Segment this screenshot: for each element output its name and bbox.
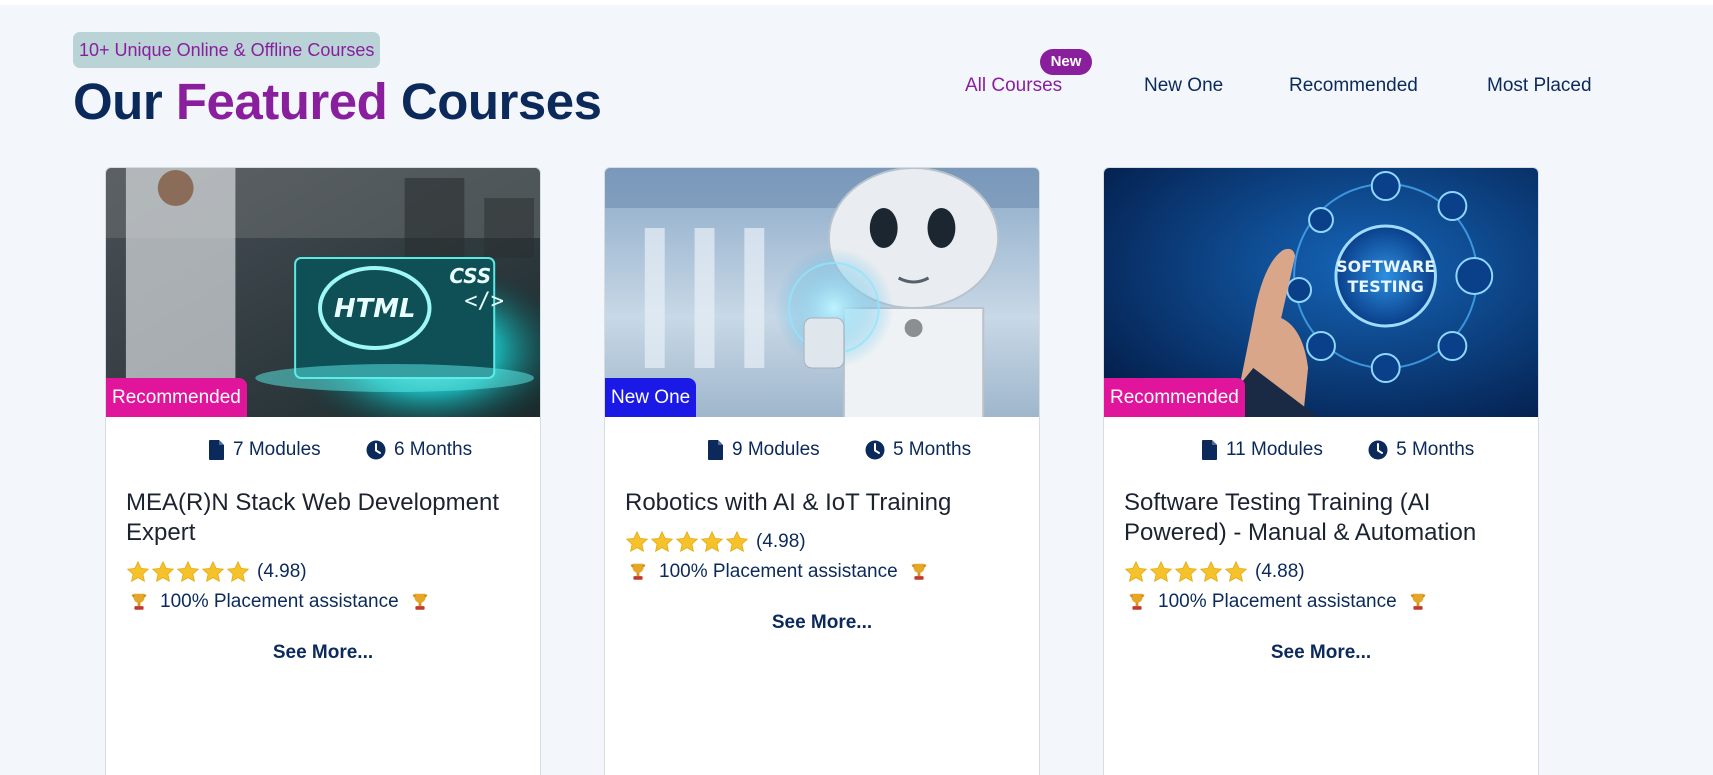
star-icon xyxy=(126,560,150,584)
document-icon xyxy=(708,440,724,460)
course-meta: 7 Modules 6 Months xyxy=(209,439,472,466)
new-badge: New xyxy=(1040,49,1092,75)
trophy-icon xyxy=(409,591,431,613)
placement-info: 100% Placement assistance xyxy=(625,561,930,583)
course-image-web-dev[interactable]: HTML CSS </> Recommended xyxy=(106,168,540,417)
star-icon xyxy=(1124,560,1148,584)
trophy-icon xyxy=(1126,591,1148,613)
course-badge: New One xyxy=(605,378,697,417)
course-meta: 11 Modules 5 Months xyxy=(1202,439,1474,466)
modules-info: 9 Modules xyxy=(708,439,820,461)
course-rating: (4.98) xyxy=(625,530,806,554)
rating-value: (4.98) xyxy=(756,531,806,552)
course-image-software-testing[interactable]: SOFTWARE TESTING Recommended xyxy=(1104,168,1538,417)
course-card[interactable]: HTML CSS </> Recommended 7 Modules 6 Mon… xyxy=(105,167,541,775)
see-more-link[interactable]: See More... xyxy=(605,612,1039,634)
rating-value: (4.88) xyxy=(1255,561,1305,582)
star-icon xyxy=(625,530,649,554)
modules-count: 11 Modules xyxy=(1226,439,1323,460)
star-icon xyxy=(226,560,250,584)
star-icon xyxy=(176,560,200,584)
course-rating: (4.98) xyxy=(126,560,307,584)
modules-info: 11 Modules xyxy=(1202,439,1323,461)
clock-icon xyxy=(1368,440,1388,460)
see-more-link[interactable]: See More... xyxy=(106,642,540,664)
tab-new-one[interactable]: New One xyxy=(1144,73,1223,99)
course-title[interactable]: Software Testing Training (AI Powered) -… xyxy=(1124,488,1524,548)
star-rating xyxy=(126,560,251,584)
svg-text:</>: </> xyxy=(464,289,504,314)
trophy-icon xyxy=(128,591,150,613)
course-meta: 9 Modules 5 Months xyxy=(708,439,971,466)
star-icon xyxy=(675,530,699,554)
modules-count: 9 Modules xyxy=(732,439,820,460)
star-icon xyxy=(650,530,674,554)
see-more-link[interactable]: See More... xyxy=(1104,642,1538,664)
placement-text: 100% Placement assistance xyxy=(160,591,399,612)
course-filter-tabs: All Courses New One Recommended Most Pla… xyxy=(0,73,1713,103)
star-icon xyxy=(725,530,749,554)
course-rating: (4.88) xyxy=(1124,560,1305,584)
svg-text:CSS: CSS xyxy=(449,264,491,288)
duration-info: 6 Months xyxy=(366,439,472,461)
course-badge: Recommended xyxy=(106,378,247,417)
tab-all-courses[interactable]: All Courses xyxy=(965,73,1062,99)
modules-count: 7 Modules xyxy=(233,439,321,460)
duration-value: 6 Months xyxy=(393,439,473,460)
star-icon xyxy=(1199,560,1223,584)
placement-info: 100% Placement assistance xyxy=(126,591,431,613)
trophy-icon xyxy=(627,561,649,583)
star-icon xyxy=(1149,560,1173,584)
course-title[interactable]: Robotics with AI & IoT Training xyxy=(625,488,1025,518)
tab-recommended[interactable]: Recommended xyxy=(1289,73,1418,99)
rating-value: (4.98) xyxy=(257,561,307,582)
clock-icon xyxy=(865,440,885,460)
clock-icon xyxy=(366,440,386,460)
star-rating xyxy=(625,530,750,554)
star-icon xyxy=(1224,560,1248,584)
top-strip xyxy=(0,0,1713,5)
svg-text:SOFTWARE: SOFTWARE xyxy=(1336,257,1435,276)
duration-info: 5 Months xyxy=(1368,439,1474,461)
duration-value: 5 Months xyxy=(892,439,972,460)
star-icon xyxy=(151,560,175,584)
course-title[interactable]: MEA(R)N Stack Web Development Expert xyxy=(126,488,526,548)
course-card[interactable]: New One 9 Modules 5 Months Robotics with… xyxy=(604,167,1040,775)
placement-text: 100% Placement assistance xyxy=(659,561,898,582)
document-icon xyxy=(209,440,225,460)
tab-most-placed[interactable]: Most Placed xyxy=(1487,73,1592,99)
trophy-icon xyxy=(1407,591,1429,613)
course-badge: Recommended xyxy=(1104,378,1245,417)
duration-info: 5 Months xyxy=(865,439,971,461)
placement-info: 100% Placement assistance xyxy=(1124,591,1429,613)
star-icon xyxy=(1174,560,1198,584)
placement-text: 100% Placement assistance xyxy=(1158,591,1397,612)
course-image-robotics[interactable]: New One xyxy=(605,168,1039,417)
document-icon xyxy=(1202,440,1218,460)
modules-info: 7 Modules xyxy=(209,439,321,461)
star-icon xyxy=(201,560,225,584)
duration-value: 5 Months xyxy=(1396,439,1475,460)
svg-text:TESTING: TESTING xyxy=(1348,277,1424,296)
course-card[interactable]: SOFTWARE TESTING Recommended 11 Modules … xyxy=(1103,167,1539,775)
star-rating xyxy=(1124,560,1249,584)
trophy-icon xyxy=(908,561,930,583)
section-tagline: 10+ Unique Online & Offline Courses xyxy=(73,32,381,68)
svg-text:HTML: HTML xyxy=(334,294,416,324)
star-icon xyxy=(700,530,724,554)
